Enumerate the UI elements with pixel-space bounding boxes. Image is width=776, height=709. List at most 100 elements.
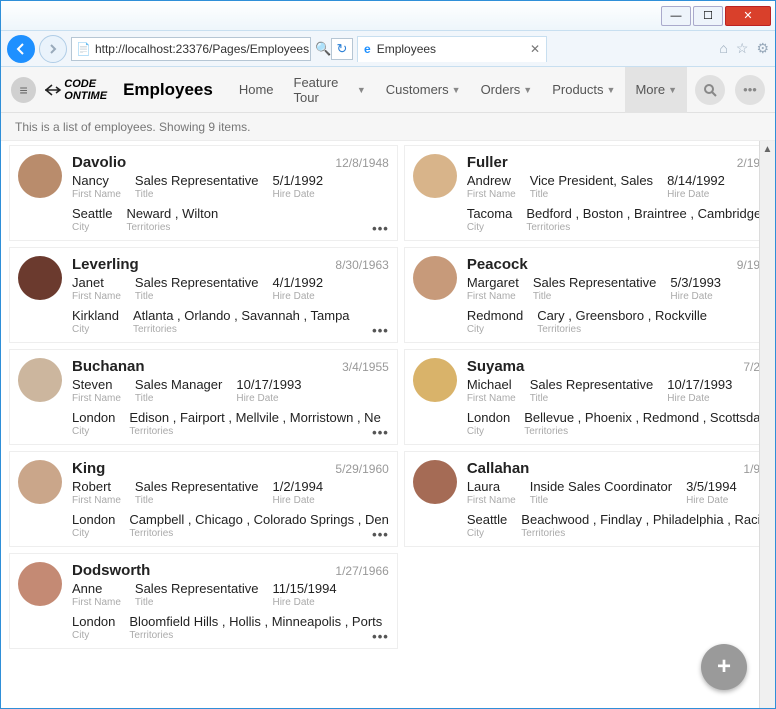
hire-date: 5/1/1992 <box>272 173 323 188</box>
card-more-button[interactable]: ••• <box>372 221 389 236</box>
hire-date: 10/17/1993 <box>667 377 732 392</box>
employee-card[interactable]: Callahan1/9/1958LauraFirst NameInside Sa… <box>404 451 759 547</box>
refresh-button[interactable]: ↻ <box>331 38 353 60</box>
tools-icon[interactable]: ⚙ <box>756 40 769 57</box>
app-logo: CODEONTIME <box>44 78 107 102</box>
home-icon[interactable]: ⌂ <box>719 40 727 57</box>
first-name: Robert <box>72 479 121 494</box>
employee-card[interactable]: Dodsworth1/27/1966AnneFirst NameSales Re… <box>9 553 398 649</box>
page-icon: 📄 <box>76 42 91 56</box>
chevron-down-icon: ▼ <box>607 85 616 95</box>
birth-date: 9/19/1937 <box>737 258 759 272</box>
hire-date: 8/14/1992 <box>667 173 725 188</box>
avatar <box>413 154 457 198</box>
search-button[interactable] <box>695 75 725 105</box>
scrollbar[interactable]: ▲ <box>759 141 775 708</box>
territories: Bloomfield Hills , Hollis , Minneapolis … <box>129 614 382 629</box>
browser-chrome: 📄 http://localhost:23376/Pages/Employees… <box>1 31 775 67</box>
last-name: Peacock <box>467 256 528 273</box>
employee-card[interactable]: Davolio12/8/1948NancyFirst NameSales Rep… <box>9 145 398 241</box>
territories: Cary , Greensboro , Rockville <box>537 308 707 323</box>
more-button[interactable]: ••• <box>735 75 765 105</box>
window-minimize-button[interactable]: — <box>661 6 691 26</box>
scroll-up-icon[interactable]: ▲ <box>760 141 775 157</box>
last-name: King <box>72 460 105 477</box>
address-bar[interactable]: 📄 http://localhost:23376/Pages/Employees… <box>71 37 311 61</box>
card-more-button[interactable]: ••• <box>372 527 389 542</box>
nav-more[interactable]: More▼ <box>625 67 687 113</box>
favorites-icon[interactable]: ☆ <box>736 40 749 57</box>
territories: Atlanta , Orlando , Savannah , Tampa <box>133 308 350 323</box>
territories: Bellevue , Phoenix , Redmond , Scottsdal… <box>524 410 759 425</box>
add-button[interactable]: + <box>701 644 747 690</box>
chevron-down-icon: ▼ <box>668 85 677 95</box>
employee-card[interactable]: King5/29/1960RobertFirst NameSales Repre… <box>9 451 398 547</box>
first-name: Nancy <box>72 173 121 188</box>
avatar <box>413 256 457 300</box>
city: London <box>72 614 115 629</box>
last-name: Callahan <box>467 460 530 477</box>
title: Inside Sales Coordinator <box>530 479 672 494</box>
last-name: Davolio <box>72 154 126 171</box>
birth-date: 2/19/1952 <box>737 156 759 170</box>
page-title: Employees <box>123 80 213 100</box>
city: London <box>72 512 115 527</box>
browser-tab[interactable]: e Employees ✕ <box>357 36 547 62</box>
birth-date: 1/27/1966 <box>335 564 388 578</box>
hire-date: 1/2/1994 <box>272 479 323 494</box>
title: Sales Representative <box>135 173 259 188</box>
city: Redmond <box>467 308 523 323</box>
title: Sales Representative <box>530 377 654 392</box>
window-maximize-button[interactable]: ☐ <box>693 6 723 26</box>
employee-card[interactable]: Suyama7/2/1963MichaelFirst NameSales Rep… <box>404 349 759 445</box>
nav-links: HomeFeature Tour▼Customers▼Orders▼Produc… <box>229 67 687 113</box>
title: Vice President, Sales <box>530 173 653 188</box>
title: Sales Representative <box>533 275 657 290</box>
birth-date: 7/2/1963 <box>743 360 759 374</box>
hire-date: 10/17/1993 <box>236 377 301 392</box>
territories: Edison , Fairport , Mellvile , Morristow… <box>129 410 380 425</box>
ie-logo-icon: e <box>364 42 371 56</box>
first-name: Andrew <box>467 173 516 188</box>
birth-date: 3/4/1955 <box>342 360 389 374</box>
employee-card[interactable]: Buchanan3/4/1955StevenFirst NameSales Ma… <box>9 349 398 445</box>
nav-feature-tour[interactable]: Feature Tour▼ <box>284 67 376 113</box>
title: Sales Representative <box>135 479 259 494</box>
title: Sales Representative <box>135 275 259 290</box>
territories: Neward , Wilton <box>126 206 218 221</box>
first-name: Laura <box>467 479 516 494</box>
card-more-button[interactable]: ••• <box>372 323 389 338</box>
window-close-button[interactable]: ✕ <box>725 6 771 26</box>
nav-home[interactable]: Home <box>229 67 284 113</box>
employee-card[interactable]: Peacock9/19/1937MargaretFirst NameSales … <box>404 247 759 343</box>
avatar <box>413 358 457 402</box>
last-name: Suyama <box>467 358 525 375</box>
tab-close-icon[interactable]: ✕ <box>530 42 540 56</box>
list-status: This is a list of employees. Showing 9 i… <box>1 113 775 141</box>
nav-products[interactable]: Products▼ <box>542 67 625 113</box>
city: Seattle <box>467 512 507 527</box>
avatar <box>18 460 62 504</box>
employee-card[interactable]: Leverling8/30/1963JanetFirst NameSales R… <box>9 247 398 343</box>
first-name: Steven <box>72 377 121 392</box>
birth-date: 8/30/1963 <box>335 258 388 272</box>
avatar <box>18 154 62 198</box>
search-icon[interactable]: 🔍 <box>315 41 327 57</box>
nav-orders[interactable]: Orders▼ <box>471 67 543 113</box>
tab-title: Employees <box>377 42 436 56</box>
city: London <box>467 410 510 425</box>
first-name: Margaret <box>467 275 519 290</box>
hire-date: 4/1/1992 <box>272 275 323 290</box>
card-more-button[interactable]: ••• <box>372 425 389 440</box>
app-header: ≡ CODEONTIME Employees HomeFeature Tour▼… <box>1 67 775 113</box>
browser-forward-button[interactable] <box>39 35 67 63</box>
nav-customers[interactable]: Customers▼ <box>376 67 471 113</box>
browser-back-button[interactable] <box>7 35 35 63</box>
hire-date: 11/15/1994 <box>272 581 336 596</box>
avatar <box>18 256 62 300</box>
employee-card[interactable]: Fuller2/19/1952AndrewFirst NameVice Pres… <box>404 145 759 241</box>
avatar <box>18 562 62 606</box>
menu-button[interactable]: ≡ <box>11 77 36 103</box>
card-more-button[interactable]: ••• <box>372 629 389 644</box>
birth-date: 12/8/1948 <box>335 156 388 170</box>
